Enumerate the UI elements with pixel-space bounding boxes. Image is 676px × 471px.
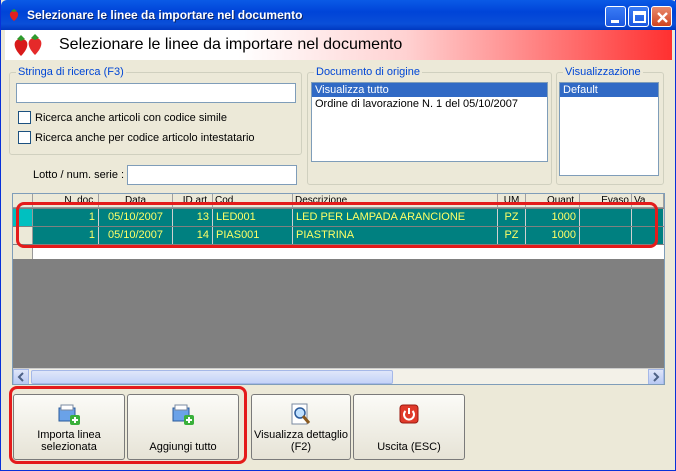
view-detail-button[interactable]: Visualizza dettaglio (F2) bbox=[251, 394, 351, 460]
origin-group-legend: Documento di origine bbox=[314, 66, 422, 78]
search-group-legend: Stringa di ricerca (F3) bbox=[16, 66, 126, 78]
minimize-icon bbox=[611, 20, 619, 23]
minimize-button[interactable] bbox=[605, 6, 626, 27]
scroll-thumb[interactable] bbox=[31, 370, 393, 384]
exit-label: Uscita (ESC) bbox=[377, 441, 441, 453]
rows-highlight-annotation bbox=[16, 202, 658, 248]
similar-code-checkbox[interactable]: Ricerca anche articoli con codice simile bbox=[18, 111, 227, 124]
maximize-icon bbox=[633, 11, 646, 23]
exit-button[interactable]: Uscita (ESC) bbox=[353, 394, 465, 460]
magnifier-document-icon bbox=[291, 403, 311, 425]
scroll-left-icon bbox=[17, 372, 24, 382]
lot-label: Lotto / num. serie : bbox=[33, 169, 125, 181]
lot-input[interactable] bbox=[127, 165, 297, 185]
maximize-button[interactable] bbox=[628, 6, 649, 27]
grid-horizontal-scrollbar[interactable] bbox=[13, 368, 664, 384]
origin-option-all[interactable]: Visualizza tutto bbox=[312, 83, 547, 97]
strawberry-icon bbox=[14, 34, 42, 56]
title-bar: Selezionare le linee da importare nel do… bbox=[1, 0, 676, 30]
header-banner: Selezionare le linee da importare nel do… bbox=[5, 30, 672, 60]
buttons-highlight-annotation bbox=[9, 386, 247, 464]
similar-code-label: Ricerca anche articoli con codice simile bbox=[35, 111, 227, 124]
power-icon bbox=[399, 404, 419, 424]
window-title: Selezionare le linee da importare nel do… bbox=[27, 8, 303, 22]
close-icon bbox=[657, 12, 668, 23]
search-input[interactable] bbox=[16, 83, 296, 103]
view-listbox[interactable]: Default bbox=[559, 82, 659, 176]
import-lines-window: Selezionare le linee da importare nel do… bbox=[0, 0, 676, 471]
similar-code-checkbox-box[interactable] bbox=[18, 111, 31, 124]
close-button[interactable] bbox=[651, 6, 672, 27]
scroll-right-icon bbox=[653, 372, 660, 382]
strawberry-icon bbox=[9, 9, 19, 21]
scroll-left-button[interactable] bbox=[13, 369, 29, 384]
holder-code-checkbox-box[interactable] bbox=[18, 131, 31, 144]
holder-code-checkbox[interactable]: Ricerca anche per codice articolo intest… bbox=[18, 131, 255, 144]
header-title: Selezionare le linee da importare nel do… bbox=[59, 36, 403, 53]
origin-option-order[interactable]: Ordine di lavorazione N. 1 del 05/10/200… bbox=[312, 97, 547, 111]
view-detail-label: Visualizza dettaglio (F2) bbox=[254, 429, 348, 453]
scroll-right-button[interactable] bbox=[648, 369, 664, 384]
view-option-default[interactable]: Default bbox=[560, 83, 658, 97]
origin-listbox[interactable]: Visualizza tutto Ordine di lavorazione N… bbox=[311, 82, 548, 162]
view-group-legend: Visualizzazione bbox=[563, 66, 643, 78]
holder-code-label: Ricerca anche per codice articolo intest… bbox=[35, 131, 255, 144]
